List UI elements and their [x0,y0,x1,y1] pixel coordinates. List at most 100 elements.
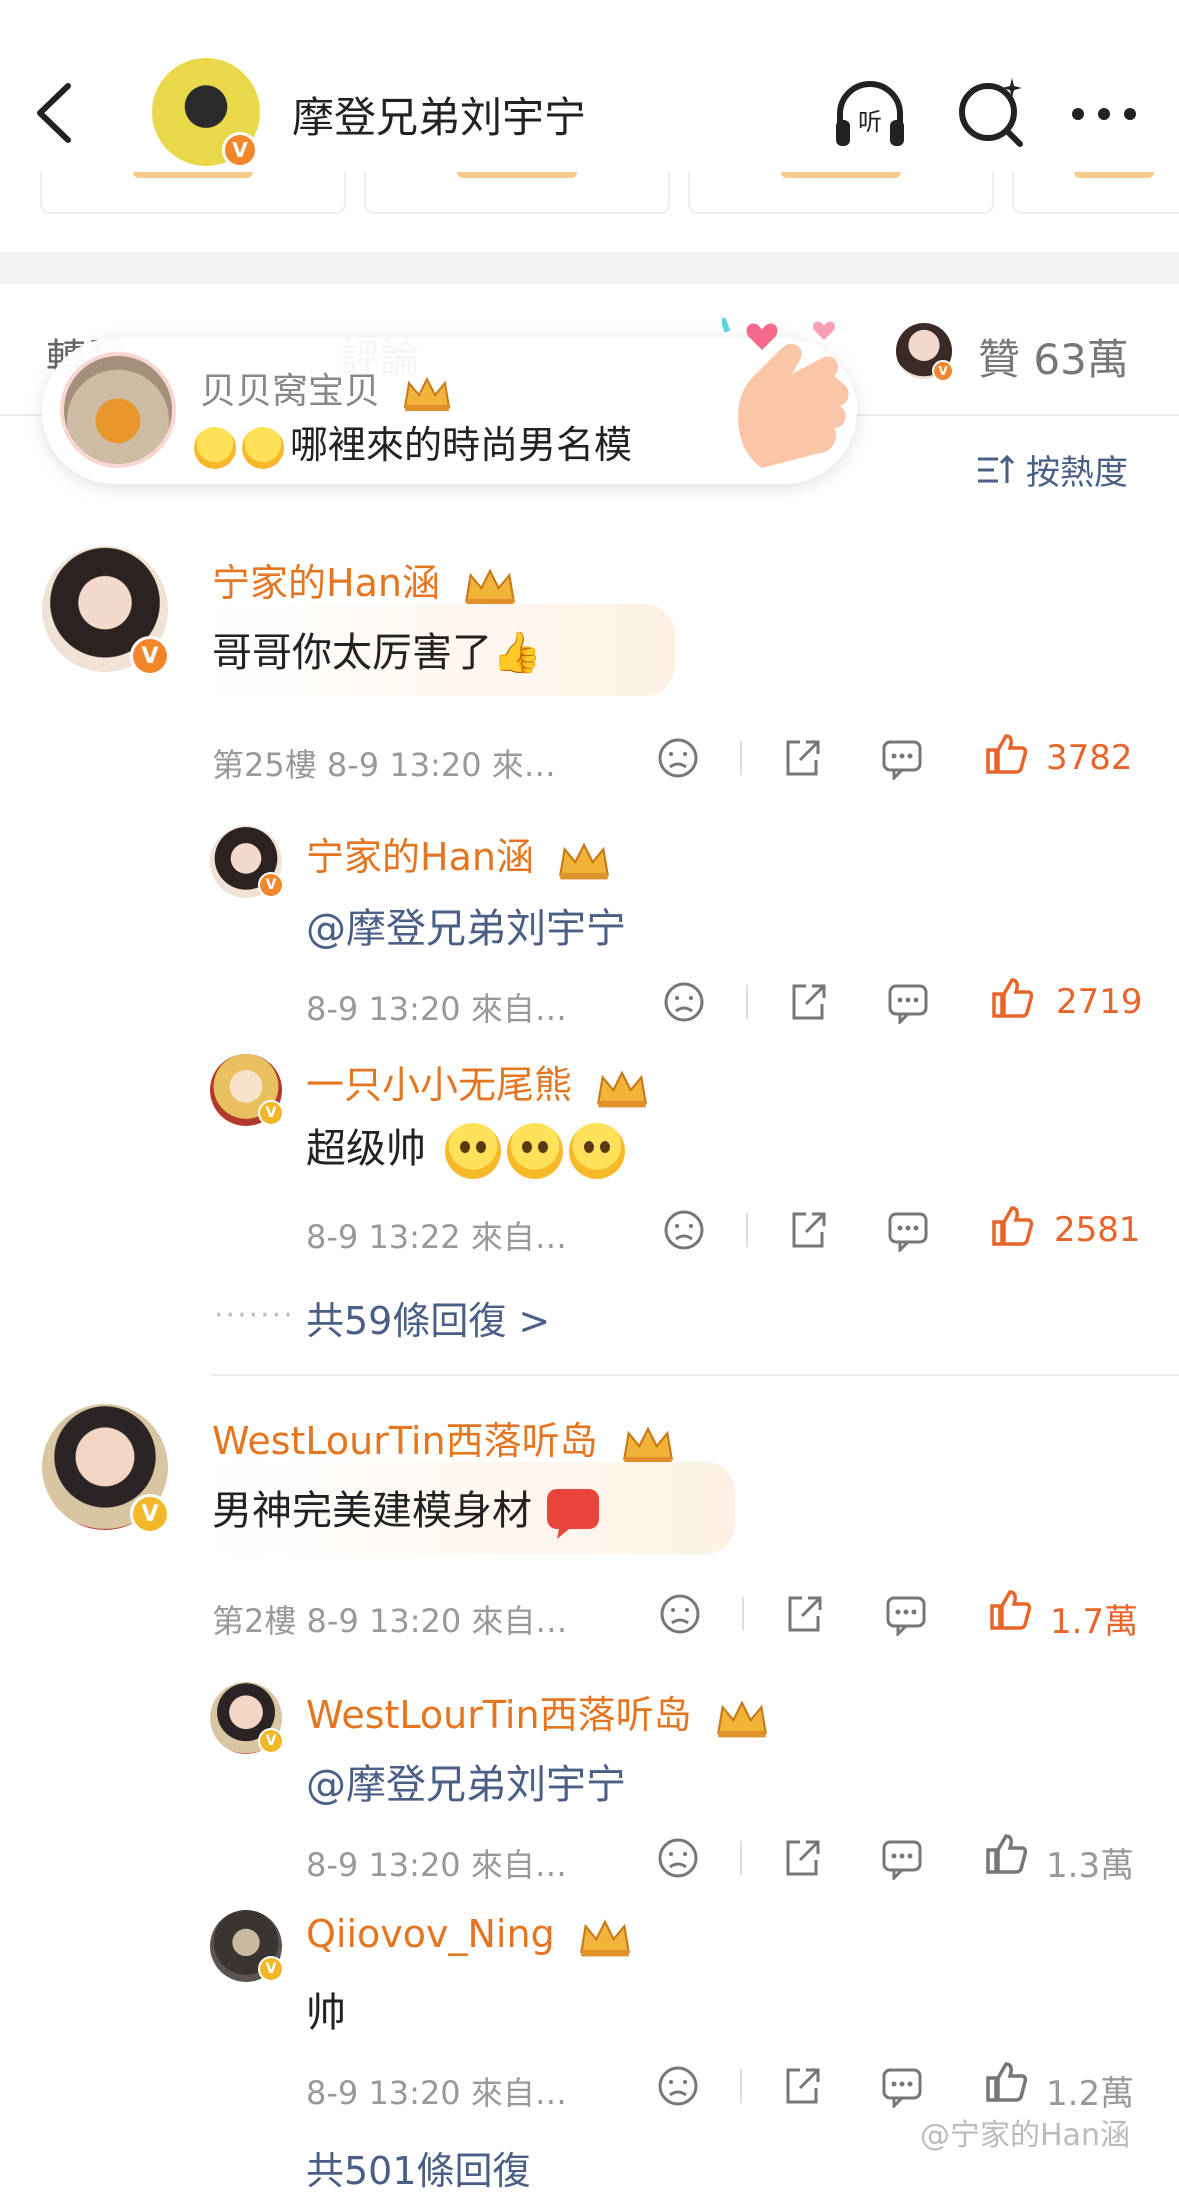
crown-badge-icon [404,376,451,411]
share-icon[interactable] [780,736,824,780]
sort-icon [978,454,1015,483]
comment-text-content: 男神完美建模身材 [212,1488,532,1534]
popup-message: 哪裡來的時尚男名模 [194,414,632,469]
reply-username[interactable]: WestLourTin西落听岛 [306,1684,770,1740]
like-count: 2581 [1054,1210,1141,1250]
like-thumb-icon[interactable] [984,2060,1028,2104]
popup-username-text: 贝贝窝宝贝 [200,371,381,412]
share-icon[interactable] [780,2064,824,2108]
feature-card[interactable] [1012,172,1179,214]
comment-icon[interactable] [886,1208,930,1252]
more-options-icon[interactable] [1064,74,1144,154]
share-icon[interactable] [786,980,830,1024]
sort-label: 按熱度 [1026,453,1128,493]
trending-comment-popup[interactable]: 贝贝窝宝贝 哪裡來的時尚男名模 [42,317,857,484]
reply-meta: 8-9 13:20 來自… [306,990,567,1028]
reply-text-content: 超级帅 [306,1126,426,1172]
comment-text: 男神完美建模身材 [212,1478,601,1539]
view-more-replies-link[interactable]: 共59條回復 > [306,1290,550,1345]
likes-total[interactable]: 贊 63萬 [978,326,1129,387]
top-nav-bar: V 摩登兄弟刘宇宁 听 [0,0,1179,175]
sort-by-hot-button[interactable]: 按熱度 [976,445,1128,494]
divider [740,2069,742,2103]
reply-meta: 8-9 13:20 來自… [306,1846,567,1884]
crown-badge-icon [716,1700,767,1737]
like-thumb-icon[interactable] [988,1588,1032,1632]
heart-eyes-emoji-icon [568,1123,625,1179]
back-arrow-icon[interactable] [30,78,80,148]
watermark: @宁家的Han涵 [920,2110,1130,2154]
reply-meta: 8-9 13:22 來自… [306,1218,567,1256]
share-icon[interactable] [780,1836,824,1880]
share-icon[interactable] [786,1208,830,1252]
reply-username-text: WestLourTin西落听岛 [306,1693,692,1737]
search-icon[interactable] [952,74,1032,154]
verified-badge-icon: V [130,636,170,676]
like-count: 2719 [1056,982,1143,1022]
dislike-face-icon[interactable] [658,1592,702,1636]
like-count: 3782 [1046,738,1133,778]
dislike-face-icon[interactable] [662,1208,706,1252]
popup-avatar [60,352,176,468]
heart-eyes-emoji-icon [444,1123,501,1179]
crown-badge-icon [597,1070,648,1107]
comment-icon[interactable] [880,736,924,780]
feature-card[interactable] [40,172,346,214]
reply-username-text: Qiiovov_Ning [306,1912,555,1956]
comment-username-text: 宁家的Han涵 [212,561,440,605]
comment-icon[interactable] [884,1592,928,1636]
finger-heart-icon [722,317,849,468]
divider [740,741,742,775]
like-count: 1.7萬 [1050,1602,1139,1642]
verified-badge-icon: V [222,132,258,168]
verified-badge-icon: V [130,1494,170,1534]
crown-badge-icon [622,1426,673,1463]
reply-username-text: 宁家的Han涵 [306,835,534,879]
reply-mention-link[interactable]: @摩登兄弟刘宇宁 [306,896,626,954]
divider [746,985,748,1019]
reply-username[interactable]: 一只小小无尾熊 [306,1054,650,1110]
section-divider [0,252,1179,284]
share-icon[interactable] [782,1592,826,1636]
verified-badge-icon: V [258,1100,284,1126]
like-thumb-icon[interactable] [984,1832,1028,1876]
feature-card[interactable] [364,172,670,214]
reply-mention-link[interactable]: @摩登兄弟刘宇宁 [306,1752,626,1810]
page-title[interactable]: 摩登兄弟刘宇宁 [292,84,586,145]
comment-username[interactable]: 宁家的Han涵 [212,552,518,608]
comment-username[interactable]: WestLourTin西落听岛 [212,1410,676,1466]
divider [742,1597,744,1631]
sticker-icon [546,1489,599,1539]
watermark-text: @宁家的Han涵 [920,2118,1130,2153]
like-count: 1.3萬 [1046,1846,1135,1886]
divider [210,1374,1179,1376]
like-count: 1.2萬 [1046,2074,1135,2114]
feature-card[interactable] [688,172,994,214]
like-thumb-icon[interactable] [990,976,1034,1020]
crown-badge-icon [465,568,516,605]
listen-headphones-icon[interactable]: 听 [830,74,910,154]
like-thumb-icon[interactable] [990,1204,1034,1248]
reply-username[interactable]: Qiiovov_Ning [306,1912,633,1959]
dislike-face-icon[interactable] [662,980,706,1024]
like-thumb-icon[interactable] [984,732,1028,776]
reply-text: 超级帅 [306,1116,625,1179]
view-more-replies-link[interactable]: 共501條回復 [306,2140,531,2195]
dislike-face-icon[interactable] [656,736,700,780]
dislike-face-icon[interactable] [656,1836,700,1880]
divider [746,1213,748,1247]
crown-badge-icon [579,1919,630,1956]
comment-meta: 第2樓 8-9 13:20 來自… [212,1602,568,1640]
popup-message-text: 哪裡來的時尚男名模 [290,423,633,467]
divider [740,1841,742,1875]
duck-emoji-icon [194,426,236,469]
comment-icon[interactable] [886,980,930,1024]
dislike-face-icon[interactable] [656,2064,700,2108]
comment-text: 哥哥你太厉害了👍 [212,630,542,676]
reply-username[interactable]: 宁家的Han涵 [306,826,612,882]
comment-username-text: WestLourTin西落听岛 [212,1419,598,1463]
comment-icon[interactable] [880,2064,924,2108]
crown-badge-icon [559,842,610,879]
listen-label: 听 [858,108,882,136]
comment-icon[interactable] [880,1836,924,1880]
